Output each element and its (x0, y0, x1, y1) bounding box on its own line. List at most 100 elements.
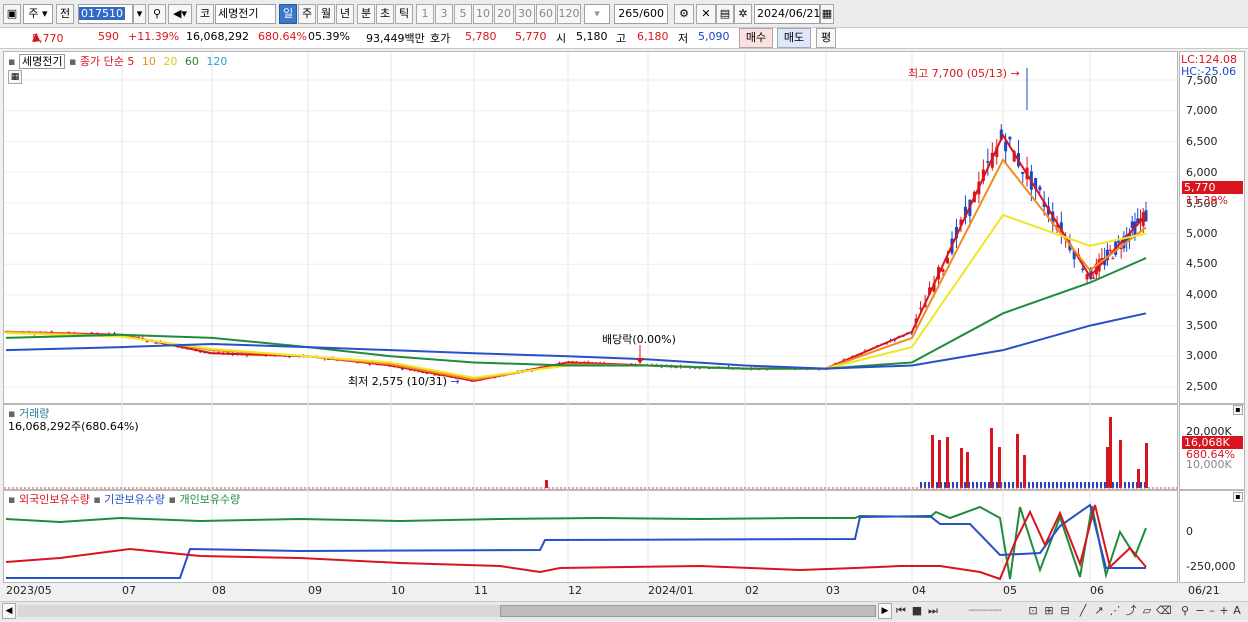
x-tick: 09 (308, 584, 322, 597)
volume-bar (1128, 482, 1130, 488)
scroll-right-icon[interactable]: ▶ (878, 603, 892, 619)
legend-foreign[interactable]: 외국인보유수량 (19, 493, 90, 506)
volume-bar (990, 428, 993, 488)
price-tick: 6,000 (1186, 166, 1218, 179)
volume-subtitle: 16,068,292주(680.64%) (8, 420, 139, 433)
dividend-arrow-icon (636, 358, 644, 364)
volume-bar (1106, 447, 1109, 488)
first-icon[interactable]: ⏮ (894, 602, 908, 622)
price-tick: 7,500 (1186, 74, 1218, 87)
volume-bar (1044, 482, 1046, 488)
volume-bar (984, 482, 986, 488)
grid-toggle-icon[interactable]: ▦ (8, 70, 22, 84)
candle-body (1038, 186, 1042, 190)
legend-ma-label[interactable]: 종가 단순 (80, 55, 124, 68)
low-annotation: 최저 2,575 (10/31) → (346, 373, 462, 389)
volume-bar (1104, 482, 1106, 488)
volume-bar (1132, 482, 1134, 488)
layout3-icon[interactable]: ⊟ (1058, 602, 1072, 622)
volume-bar (1140, 482, 1142, 488)
volume-bar (1028, 482, 1030, 488)
layout-icon[interactable]: ⊡ (1026, 602, 1040, 622)
volume-bar (1100, 482, 1102, 488)
draw-box-icon[interactable]: ▱ (1140, 602, 1154, 622)
volume-bar (944, 482, 946, 488)
holding-tick: 0 (1186, 525, 1193, 538)
x-tick: 06/21 (1188, 584, 1220, 597)
volume-bar (1137, 469, 1140, 488)
foreign-line (5, 504, 1147, 581)
x-tick: 10 (391, 584, 405, 597)
volume-bar (920, 482, 922, 488)
price-tick: 6,500 (1186, 135, 1218, 148)
draw-erase-icon[interactable]: ⌫ (1156, 602, 1172, 622)
last-price-tag: 5,770 (1182, 181, 1243, 194)
volume-bar (1012, 482, 1014, 488)
volume-close-icon[interactable]: ▪ (1233, 405, 1243, 415)
drag-handle[interactable]: ┄┄┄┄┄ (950, 602, 1020, 622)
volume-bar (1048, 482, 1050, 488)
legend-dot-icon: ▪ (168, 493, 176, 506)
auto-scale-icon[interactable]: A (1230, 602, 1244, 622)
holding-tick: -250,000 (1186, 560, 1236, 573)
x-tick: 05 (1003, 584, 1017, 597)
minus-icon[interactable]: – (1206, 602, 1218, 622)
play-icon[interactable]: ⏭ (926, 602, 940, 622)
volume-bar (1020, 482, 1022, 488)
volume-bar (1040, 482, 1042, 488)
zoom-out-icon[interactable]: − (1194, 602, 1206, 622)
candle-body (1116, 240, 1120, 243)
legend-institution[interactable]: 기관보유수량 (104, 493, 165, 506)
volume-bar (936, 482, 938, 488)
draw-trend-icon[interactable]: ↗ (1092, 602, 1106, 622)
candle-body (1108, 249, 1112, 251)
volume-bar (1008, 482, 1010, 488)
ma-line-120 (5, 312, 1147, 370)
low-arrow-icon: → (447, 375, 460, 388)
ma-line-20 (5, 213, 1147, 379)
legend-dot-icon: ▪ (8, 493, 16, 506)
dividend-annotation: 배당락(0.00%) (602, 333, 676, 346)
volume-bar (545, 480, 548, 488)
chart-svg (4, 52, 1177, 582)
draw-arrow-icon[interactable]: ⤴ (1124, 602, 1138, 622)
legend-individual[interactable]: 개인보유수량 (179, 493, 240, 506)
legend-dot-icon: ▪ (68, 55, 77, 68)
zoom-icon[interactable]: ⚲ (1178, 602, 1192, 622)
volume-bar (1109, 417, 1112, 488)
volume-bar (996, 482, 998, 488)
candle-body (1111, 258, 1115, 260)
legend-dot-icon: ▪ (93, 493, 101, 506)
volume-bar (938, 440, 941, 488)
volume-bar (1088, 482, 1090, 488)
volume-bar (976, 482, 978, 488)
volume-bar (1080, 482, 1082, 488)
candle-body (1021, 171, 1025, 174)
x-tick: 04 (912, 584, 926, 597)
x-tick: 02 (745, 584, 759, 597)
layout2-icon[interactable]: ⊞ (1042, 602, 1056, 622)
scroll-left-icon[interactable]: ◀ (2, 603, 16, 619)
holding-close-icon[interactable]: ▪ (1233, 492, 1243, 502)
volume-bar (952, 482, 954, 488)
x-tick: 03 (826, 584, 840, 597)
bottom-bar: ◀ ▶ ⏮ ■ ⏭ ┄┄┄┄┄ ⊡ ⊞ ⊟ ╱ ↗ ⋰ ⤴ ▱ ⌫ ⚲ − – … (0, 601, 1248, 621)
volume-bar (980, 482, 982, 488)
legend-dot-icon: ▪ (8, 55, 16, 68)
legend-ma60: 60 (184, 55, 199, 68)
draw-line-icon[interactable]: ╱ (1076, 602, 1090, 622)
volume-bar (1004, 482, 1006, 488)
draw-fib-icon[interactable]: ⋰ (1108, 602, 1122, 622)
stop-icon[interactable]: ■ (910, 602, 924, 622)
legend-ma120: 120 (206, 55, 228, 68)
high-annotation: 최고 7,700 (05/13) → (908, 67, 1020, 80)
volume-bar (972, 482, 974, 488)
x-tick: 08 (212, 584, 226, 597)
x-tick: 2023/05 (6, 584, 52, 597)
legend-stock-name[interactable]: 세명전기 (18, 54, 66, 69)
volume-bar (1076, 482, 1078, 488)
volume-bar (1036, 482, 1038, 488)
price-tick: 2,500 (1186, 380, 1218, 393)
zoom-in-icon[interactable]: + (1218, 602, 1230, 622)
scroll-thumb[interactable] (500, 605, 876, 617)
